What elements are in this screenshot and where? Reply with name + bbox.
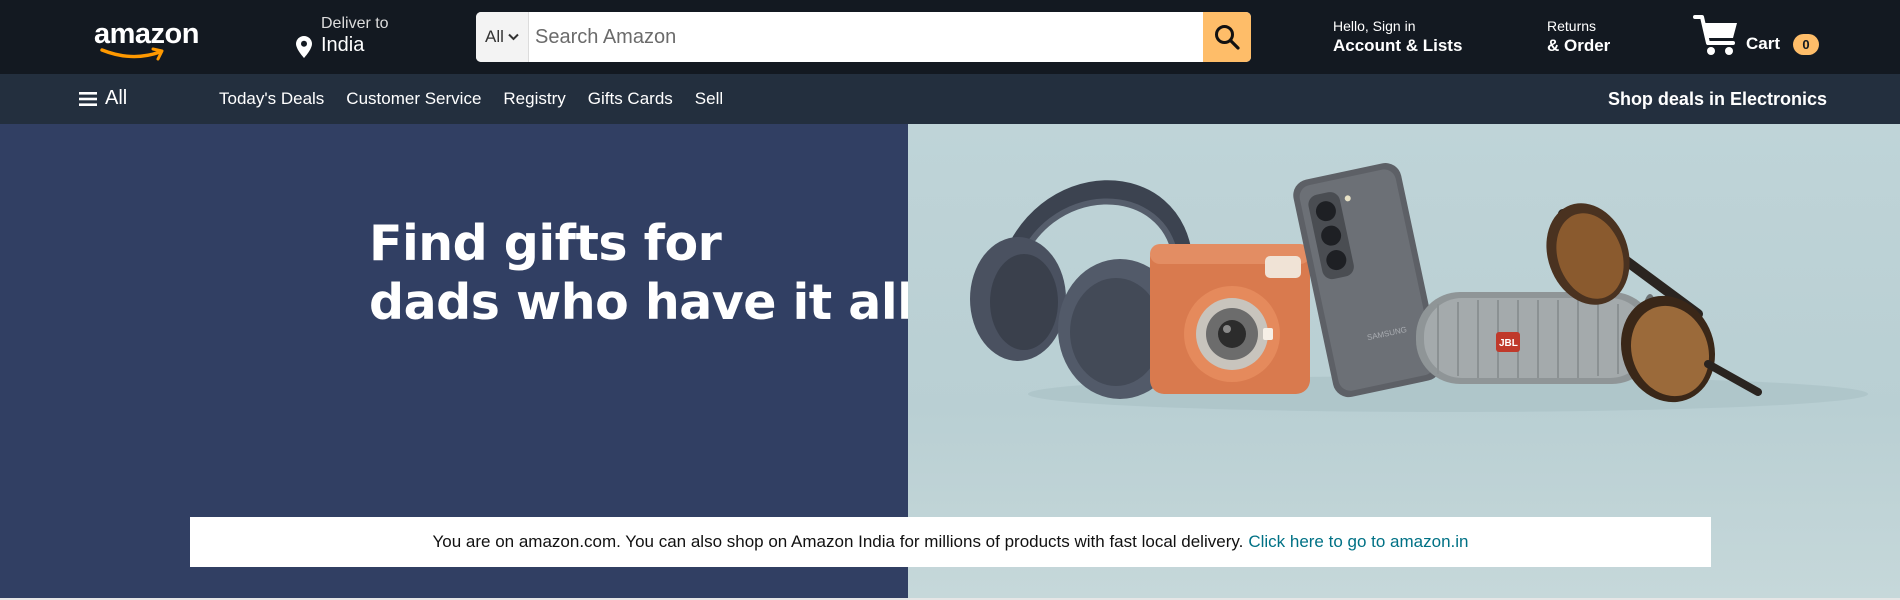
nav-link-sell[interactable]: Sell	[695, 89, 723, 109]
smartphone-icon: SAMSUNG	[1293, 163, 1442, 398]
returns-label: Returns	[1547, 18, 1597, 34]
cart-button[interactable]: Cart 0	[1693, 14, 1823, 60]
search-department-select[interactable]: All	[476, 12, 529, 62]
account-greeting: Hello, Sign in	[1333, 18, 1416, 34]
cart-label: Cart	[1746, 34, 1781, 53]
nav-link-gift-cards[interactable]: Gifts Cards	[588, 89, 673, 109]
all-menu-button[interactable]: All	[79, 87, 127, 110]
deliver-label: Deliver to	[321, 15, 389, 32]
search-input[interactable]	[529, 12, 1203, 62]
cart-count-badge: 0	[1793, 34, 1819, 55]
hamburger-menu-icon	[79, 91, 97, 106]
account-menu[interactable]: Hello, Sign in Account & Lists	[1333, 18, 1462, 56]
top-header: amazon Deliver to India All Hello	[0, 0, 1900, 74]
hero-title-line-1: Find gifts for	[369, 215, 722, 272]
hero-banner[interactable]: Find gifts for dads who have it all SAMS…	[0, 124, 1900, 600]
amazon-logo[interactable]: amazon	[92, 16, 202, 61]
deliver-country: India	[321, 34, 365, 56]
deliver-to[interactable]: Deliver to India	[296, 14, 426, 60]
nav-link-customer-service[interactable]: Customer Service	[346, 89, 481, 109]
search-bar: All	[476, 12, 1251, 62]
search-icon	[1215, 25, 1240, 50]
search-department-label: All	[485, 27, 504, 46]
nav-link-registry[interactable]: Registry	[503, 89, 565, 109]
shop-deals-electronics-link[interactable]: Shop deals in Electronics	[1608, 89, 1827, 110]
sub-nav: All Today's Deals Customer Service Regis…	[0, 74, 1900, 124]
hero-title-line-2: dads who have it all	[369, 274, 914, 331]
go-to-amazon-in-link[interactable]: Click here to go to amazon.in	[1248, 532, 1468, 552]
nav-link-todays-deals[interactable]: Today's Deals	[219, 89, 324, 109]
chevron-down-icon	[508, 33, 519, 41]
search-button[interactable]	[1203, 12, 1251, 62]
orders-label: & Order	[1547, 36, 1611, 55]
cart-icon	[1693, 15, 1737, 55]
nav-links: Today's Deals Customer Service Registry …	[219, 89, 723, 109]
account-lists-label: Account & Lists	[1333, 36, 1463, 55]
notice-text: You are on amazon.com. You can also shop…	[432, 532, 1244, 551]
all-menu-label: All	[105, 87, 128, 109]
location-pin-icon	[296, 36, 312, 58]
logo-smile-icon	[100, 47, 164, 61]
speaker-brand-text: JBL	[1499, 338, 1518, 349]
instant-camera-icon	[1150, 244, 1310, 394]
returns-orders[interactable]: Returns & Order	[1547, 18, 1610, 56]
hero-title: Find gifts for dads who have it all	[369, 214, 914, 332]
locale-notice: You are on amazon.com. You can also shop…	[190, 517, 1711, 567]
